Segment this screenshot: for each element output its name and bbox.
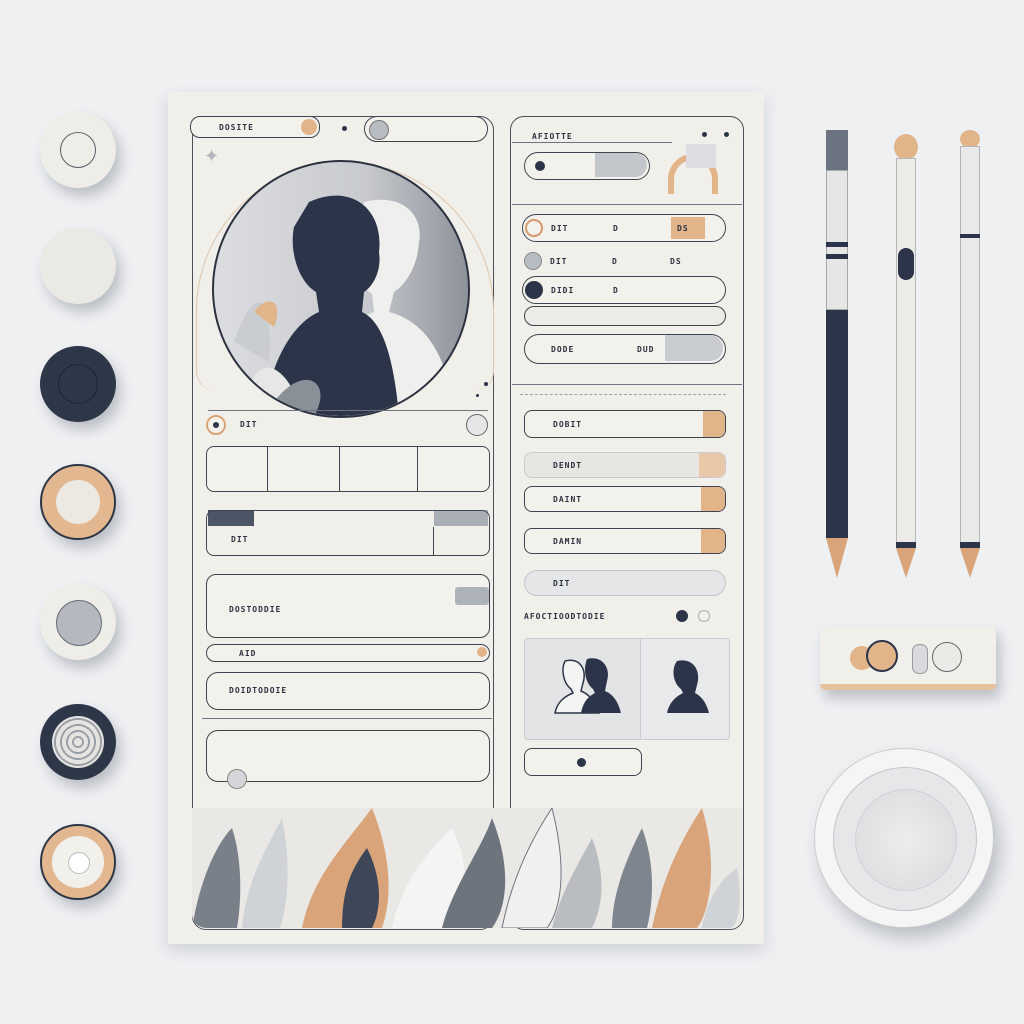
sparkle-icon: ✦ — [204, 146, 220, 167]
pencil-icon — [960, 130, 980, 580]
right-row-3[interactable]: DIDI D — [522, 276, 726, 304]
section-dot[interactable] — [676, 610, 688, 622]
field-4[interactable]: AID — [206, 644, 490, 662]
field-5-label: DOIDTODOIE — [229, 686, 288, 695]
pencil-icon — [826, 130, 848, 580]
right-btn-3[interactable]: DAINT — [524, 486, 726, 512]
field-4-knob — [477, 647, 487, 657]
right-toggle-dot — [535, 161, 545, 171]
right-toggle-pill[interactable] — [524, 152, 650, 180]
right-section-title: AFOCTIOODTODIE — [524, 612, 606, 621]
couple-silhouette-icon — [554, 658, 621, 714]
right-row-2[interactable]: DIT D DS — [522, 248, 726, 276]
profile-silhouette-icon — [234, 195, 454, 416]
eraser-control-block — [820, 626, 996, 690]
row1-toggle[interactable] — [466, 414, 488, 436]
small-dot-1 — [484, 382, 488, 386]
right-dotted-rule — [520, 394, 726, 395]
header-tag-left[interactable]: DOSITE — [190, 116, 320, 138]
right-row-1[interactable]: DIT D DS — [522, 214, 726, 242]
field-6-knob — [227, 769, 247, 789]
field-3-label: DOSTODDIE — [229, 605, 282, 614]
pencil-icon — [894, 134, 918, 580]
small-dot-2 — [476, 394, 479, 397]
right-btn-1[interactable]: DOBIT — [524, 410, 726, 438]
ui-card-sheet: DOSITE ✦ DIT DIT DOSTODDIE AID DOIDTODOI… — [168, 92, 764, 944]
row1-label: DIT — [240, 420, 258, 429]
person-silhouette-icon — [667, 660, 709, 713]
header-dot — [342, 126, 347, 131]
field-2[interactable]: DIT — [206, 510, 490, 556]
section-ring[interactable] — [698, 610, 710, 622]
right-btn-2[interactable]: DENDT — [524, 452, 726, 478]
bottom-toggle[interactable] — [524, 748, 642, 776]
field-3-chip — [455, 587, 489, 605]
disc-white-ring — [40, 112, 116, 188]
field-6[interactable] — [206, 730, 490, 789]
left-row-1[interactable]: DIT — [204, 412, 490, 440]
field-4-label: AID — [239, 649, 257, 658]
left-divider-1 — [208, 410, 488, 411]
right-header-dot-2 — [724, 132, 729, 137]
header-tag-right: AFIOTTE — [532, 132, 573, 141]
leaf-icon — [192, 808, 740, 928]
disc-tan — [40, 464, 116, 540]
right-row-4[interactable] — [524, 306, 726, 326]
profile-avatar — [212, 160, 470, 418]
disc-plain — [40, 228, 116, 304]
right-divider-1 — [512, 204, 742, 205]
left-divider-2 — [202, 718, 492, 719]
right-btn-4[interactable]: DAMIN — [524, 528, 726, 554]
row1-radio — [206, 415, 226, 435]
disc-navy — [40, 346, 116, 422]
disc-tan-ring — [40, 824, 116, 900]
leaf-band — [192, 808, 742, 928]
bowl-icon — [814, 748, 994, 928]
segmented-field[interactable] — [206, 446, 490, 492]
search-toggle-knob — [369, 120, 389, 140]
header-tag-left-accent — [301, 119, 317, 135]
field-2-label: DIT — [231, 535, 249, 544]
field-3[interactable]: DOSTODDIE — [206, 574, 490, 638]
right-divider-2 — [512, 384, 742, 385]
right-header-dot-1 — [702, 132, 707, 137]
header-tag-left-label: DOSITE — [219, 123, 254, 132]
right-row-5[interactable]: DODE DUD — [524, 334, 726, 364]
image-card-1[interactable] — [524, 638, 642, 740]
right-btn-5[interactable]: DIT — [524, 570, 726, 596]
image-card-2[interactable] — [640, 638, 730, 740]
disc-grey — [40, 584, 116, 660]
header-search-pill[interactable] — [364, 116, 488, 142]
disc-spiral — [40, 704, 116, 780]
right-header-rule — [512, 142, 672, 143]
right-arch-icon — [668, 144, 724, 194]
field-5[interactable]: DOIDTODOIE — [206, 672, 490, 710]
